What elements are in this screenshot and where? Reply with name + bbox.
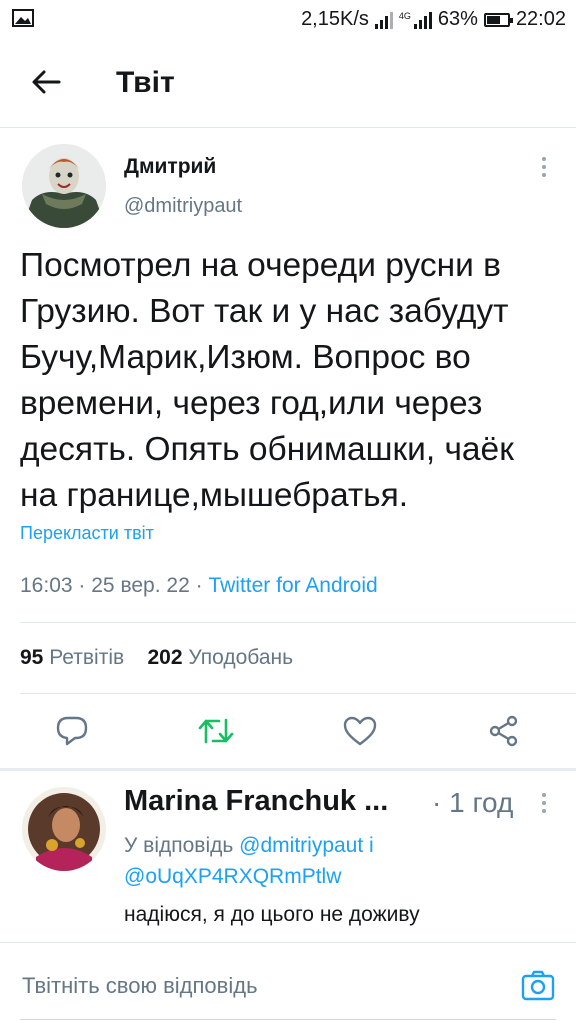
compose-underline (20, 1019, 556, 1020)
reply-more-options-button[interactable] (534, 788, 554, 818)
arrow-left-icon (32, 70, 61, 94)
battery-icon (483, 12, 513, 27)
page-title: Твіт (116, 66, 175, 99)
divider (20, 622, 576, 623)
retweets-count: 95 (20, 646, 44, 669)
network-speed: 2,15K/s (301, 8, 369, 30)
signal-4g-icon: 4G (399, 11, 432, 29)
comment-icon (56, 716, 88, 746)
tweet-date: 25 вер. 22 (91, 574, 190, 597)
likes-label: Уподобань (188, 646, 294, 669)
reply-time: · 1 год (432, 787, 514, 818)
camera-icon (521, 970, 555, 1001)
tweet-metadata: 16:03 · 25 вер. 22 · Twitter for Android (20, 574, 378, 598)
tweet-time: 16:03 (20, 574, 73, 597)
reply-author-avatar[interactable] (22, 787, 106, 871)
battery-fill (486, 15, 500, 24)
retweet-button[interactable] (196, 711, 236, 751)
signal-icon (374, 11, 393, 29)
mention-link[interactable]: @dmitriypaut (239, 834, 363, 857)
author-avatar[interactable] (22, 144, 106, 228)
status-bar: 2,15K/s 4G 63% 22:02 (0, 0, 576, 40)
reply-compose-bar: Твітніть свою відповідь (0, 942, 576, 1024)
tweet-stats: 95 Ретвітів 202 Уподобань (20, 646, 293, 670)
back-button[interactable] (24, 60, 68, 104)
reply-input[interactable]: Твітніть свою відповідь (22, 973, 258, 999)
more-options-button[interactable] (534, 152, 554, 182)
top-app-bar: Твіт (0, 40, 576, 128)
share-icon (489, 715, 518, 747)
meta-separator: · (78, 574, 86, 597)
translate-tweet-link[interactable]: Перекласти твіт (20, 523, 154, 544)
retweet-icon (198, 718, 234, 744)
retweets-label: Ретвітів (49, 646, 125, 669)
image-notification-icon (12, 9, 34, 33)
share-button[interactable] (484, 711, 524, 751)
reply-conjunction: і (369, 834, 374, 857)
reply-button[interactable] (52, 711, 92, 751)
reply-context: У відповідь @dmitriypaut і @oUqXP4RXQRmP… (124, 830, 424, 892)
battery-percent: 63% (437, 8, 478, 30)
author-name[interactable]: Дмитрий (124, 155, 216, 179)
likes-count: 202 (147, 646, 183, 669)
heart-icon (343, 716, 377, 746)
author-handle[interactable]: @dmitriypaut (124, 195, 242, 218)
tweet-text: Посмотрел на очереди русни в Грузию. Вот… (20, 247, 514, 514)
tweet-source-link[interactable]: Twitter for Android (208, 574, 377, 597)
network-type: 4G (398, 10, 411, 21)
clock: 22:02 (515, 8, 566, 30)
reply-text: надіюся, я до цього не доживу (124, 903, 420, 926)
mention-link[interactable]: @oUqXP4RXQRmPtlw (124, 865, 341, 888)
section-separator (0, 768, 576, 771)
retweets-stat[interactable]: 95 Ретвітів (20, 646, 124, 669)
tweet-actions (0, 703, 576, 759)
reply-prefix: У відповідь (124, 834, 234, 857)
like-button[interactable] (340, 711, 380, 751)
divider (20, 693, 576, 694)
reply-author-name[interactable]: Marina Franchuk ... (124, 785, 388, 818)
meta-separator: · (195, 574, 203, 597)
camera-button[interactable] (518, 965, 558, 1005)
likes-stat[interactable]: 202 Уподобань (148, 646, 294, 669)
